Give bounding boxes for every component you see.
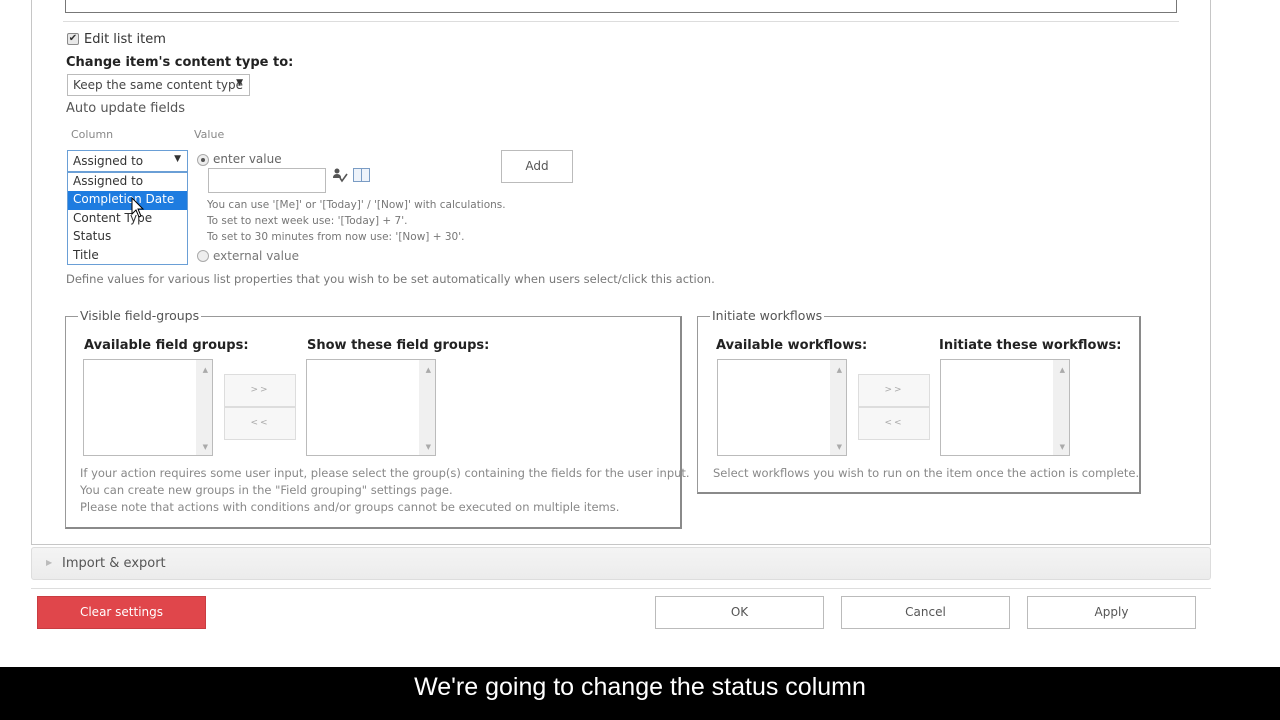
initiate-workflows-label: Initiate these workflows: <box>939 338 1122 353</box>
edit-list-item-label: Edit list item <box>84 32 166 47</box>
initiate-workflows-list[interactable]: ▲ ▼ <box>940 359 1070 456</box>
dropdown-option[interactable]: Status <box>68 228 187 246</box>
dropdown-option[interactable]: Assigned to <box>68 173 187 191</box>
initiate-workflows-fieldset: Initiate workflows Available workflows: … <box>697 308 1141 494</box>
value-input[interactable] <box>208 168 326 193</box>
edit-list-item-checkbox[interactable]: ✔ <box>67 33 79 45</box>
ok-button[interactable]: OK <box>655 596 824 629</box>
previous-section-box <box>65 0 1177 13</box>
subtitle-text: We're going to change the status column <box>414 673 866 701</box>
move-left-button[interactable]: << <box>858 407 930 440</box>
scroll-down-icon[interactable]: ▼ <box>203 443 208 451</box>
hint-line: To set to 30 minutes from now use: '[Now… <box>207 231 465 243</box>
fieldset-legend: Initiate workflows <box>710 308 825 323</box>
available-workflows-label: Available workflows: <box>716 338 868 353</box>
people-picker-icon[interactable] <box>332 167 348 187</box>
column-select[interactable]: Assigned to ▼ <box>67 150 188 172</box>
field-groups-note: If your action requires some user input,… <box>80 466 690 480</box>
scrollbar[interactable] <box>830 360 846 455</box>
workflows-note: Select workflows you wish to run on the … <box>713 466 1140 480</box>
scrollbar[interactable] <box>1053 360 1069 455</box>
auto-update-label: Auto update fields <box>66 101 186 116</box>
content-type-label: Change item's content type to: <box>66 55 294 70</box>
import-export-label: Import & export <box>62 556 166 571</box>
enter-value-radio[interactable] <box>197 154 209 166</box>
video-subtitle-bar: We're going to change the status column <box>0 667 1280 720</box>
field-groups-note: You can create new groups in the "Field … <box>80 483 453 497</box>
content-type-select[interactable]: Keep the same content type ▼ <box>67 74 250 96</box>
add-button[interactable]: Add <box>501 150 573 183</box>
apply-button[interactable]: Apply <box>1027 596 1196 629</box>
visible-field-groups-fieldset: Visible field-groups Available field gro… <box>65 308 690 529</box>
cancel-button[interactable]: Cancel <box>841 596 1010 629</box>
available-workflows-list[interactable]: ▲ ▼ <box>717 359 847 456</box>
column-select-value: Assigned to <box>73 154 144 168</box>
fieldset-legend: Visible field-groups <box>78 308 202 323</box>
column-dropdown-list[interactable]: Assigned to Completion Date Content Type… <box>67 172 188 265</box>
move-right-button[interactable]: >> <box>224 374 296 407</box>
auto-update-description: Define values for various list propertie… <box>66 272 715 286</box>
clear-settings-button[interactable]: Clear settings <box>37 596 206 629</box>
scrollbar[interactable] <box>419 360 435 455</box>
move-right-button[interactable]: >> <box>858 374 930 407</box>
divider <box>63 21 1179 22</box>
column-header: Column <box>71 128 114 141</box>
lookup-book-icon[interactable] <box>353 168 370 182</box>
hint-line: You can use '[Me]' or '[Today]' / '[Now]… <box>207 199 506 211</box>
mouse-cursor-icon <box>131 197 145 218</box>
content-type-value: Keep the same content type <box>73 78 244 92</box>
available-field-groups-list[interactable]: ▲ ▼ <box>83 359 213 456</box>
scroll-up-icon[interactable]: ▲ <box>837 366 842 374</box>
move-left-button[interactable]: << <box>224 407 296 440</box>
chevron-down-icon: ▼ <box>174 154 181 164</box>
show-field-groups-label: Show these field groups: <box>307 338 490 353</box>
scroll-up-icon[interactable]: ▲ <box>1060 366 1065 374</box>
value-header: Value <box>194 128 225 141</box>
show-field-groups-list[interactable]: ▲ ▼ <box>306 359 436 456</box>
dropdown-option-highlighted[interactable]: Completion Date <box>68 191 187 210</box>
chevron-down-icon: ▼ <box>236 78 243 88</box>
scroll-down-icon[interactable]: ▼ <box>1060 443 1065 451</box>
scroll-up-icon[interactable]: ▲ <box>203 366 208 374</box>
available-field-groups-label: Available field groups: <box>84 338 249 353</box>
scroll-up-icon[interactable]: ▲ <box>426 366 431 374</box>
scroll-down-icon[interactable]: ▼ <box>426 443 431 451</box>
expand-arrow-icon: ▶ <box>46 558 53 567</box>
external-value-label: external value <box>213 249 299 263</box>
field-groups-note: Please note that actions with conditions… <box>80 500 620 514</box>
divider <box>31 588 1211 589</box>
hint-line: To set to next week use: '[Today] + 7'. <box>207 215 408 227</box>
scroll-down-icon[interactable]: ▼ <box>837 443 842 451</box>
dropdown-option[interactable]: Title <box>68 247 187 265</box>
dropdown-option[interactable]: Content Type <box>68 210 187 228</box>
scrollbar[interactable] <box>196 360 212 455</box>
import-export-section[interactable]: ▶ Import & export <box>31 547 1211 580</box>
external-value-radio[interactable] <box>197 250 209 262</box>
enter-value-label: enter value <box>213 152 282 166</box>
